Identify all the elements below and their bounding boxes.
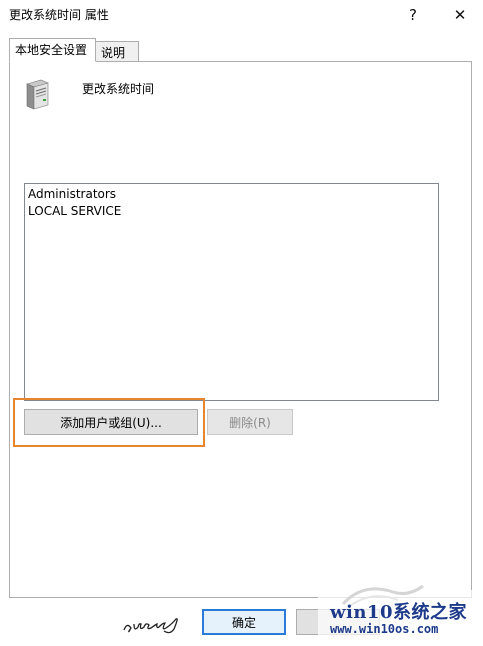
ok-button[interactable]: 确定 [202,609,286,635]
watermark-title: win10系统之家 [330,602,467,623]
list-item[interactable]: Administrators [25,186,438,203]
watermark-url: www.win10os.com [330,622,439,636]
accounts-listbox[interactable]: Administrators LOCAL SERVICE [24,183,439,401]
remove-button[interactable]: 删除(R) [207,409,293,435]
help-button[interactable]: ? [390,0,436,30]
signature [123,618,178,634]
tab-label: 本地安全设置 [15,43,88,57]
add-user-or-group-button[interactable]: 添加用户或组(U)... [24,409,198,435]
list-item[interactable]: LOCAL SERVICE [25,203,438,220]
help-icon: ? [409,6,417,24]
tab-explain[interactable]: 说明 [95,41,139,62]
close-icon: ✕ [453,6,467,24]
window-title: 更改系统时间 属性 [9,8,109,22]
watermark: win10系统之家 www.win10os.com [318,584,483,646]
policy-name: 更改系统时间 [82,82,155,96]
tab-label: 说明 [101,46,126,60]
server-icon [26,79,49,110]
title-bar: 更改系统时间 属性 ? ✕ [0,0,483,30]
tab-local-security-setting[interactable]: 本地安全设置 [9,38,96,62]
close-button[interactable]: ✕ [437,0,483,30]
